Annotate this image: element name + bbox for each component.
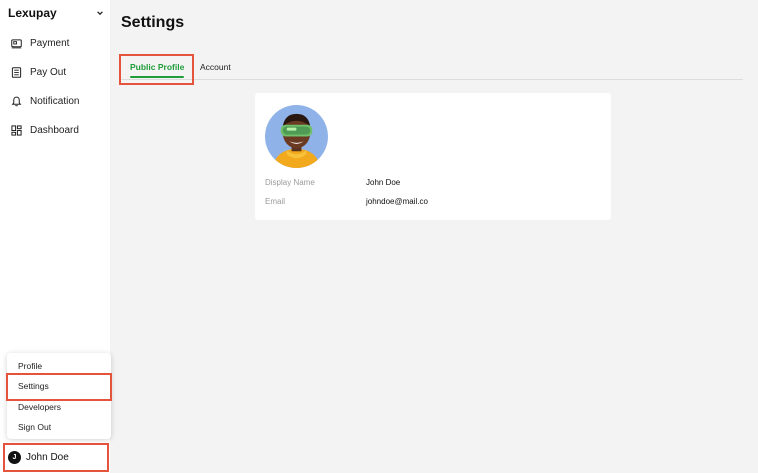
email-value: johndoe@mail.co — [366, 197, 428, 206]
sidebar-item-label: Pay Out — [30, 67, 67, 78]
user-menu-popup: Profile Settings Developers Sign Out — [7, 353, 111, 439]
tab-public-profile[interactable]: Public Profile — [130, 56, 185, 78]
display-name-value: John Doe — [366, 178, 401, 187]
tab-account[interactable]: Account — [200, 56, 231, 78]
user-name: John Doe — [26, 452, 69, 463]
menu-item-sign-out[interactable]: Sign Out — [7, 417, 111, 437]
profile-avatar-image — [265, 105, 328, 168]
menu-item-profile[interactable]: Profile — [7, 356, 111, 376]
tabs-divider — [121, 79, 743, 80]
menu-item-developers[interactable]: Developers — [7, 397, 111, 417]
tab-label: Public Profile — [130, 62, 185, 72]
profile-card: Display Name John Doe Email johndoe@mail… — [255, 93, 611, 220]
sidebar-item-label: Dashboard — [30, 125, 79, 136]
payment-icon — [11, 39, 22, 49]
sidebar-nav: Payment Pay Out Notification Dashboard — [0, 29, 110, 145]
sidebar-item-payment[interactable]: Payment — [0, 29, 110, 58]
brand-name: Lexupay — [8, 6, 57, 20]
dashboard-icon — [11, 125, 22, 136]
tab-label: Account — [200, 62, 231, 72]
sidebar-item-pay-out[interactable]: Pay Out — [0, 58, 110, 87]
email-label: Email — [265, 197, 286, 206]
page-title: Settings — [121, 14, 185, 31]
workspace-switcher[interactable]: Lexupay — [8, 5, 104, 21]
sidebar-item-dashboard[interactable]: Dashboard — [0, 116, 110, 145]
bell-icon — [11, 96, 22, 107]
user-account-button[interactable]: J John Doe — [4, 444, 107, 471]
display-name-label: Display Name — [265, 178, 315, 187]
avatar: J — [8, 451, 21, 464]
tab-active-indicator — [130, 76, 185, 78]
menu-item-settings[interactable]: Settings — [7, 376, 111, 396]
sidebar-item-label: Notification — [30, 96, 80, 107]
payout-icon — [11, 67, 22, 78]
chevron-down-icon — [97, 11, 103, 16]
sidebar-item-notification[interactable]: Notification — [0, 87, 110, 116]
sidebar-item-label: Payment — [30, 38, 70, 49]
